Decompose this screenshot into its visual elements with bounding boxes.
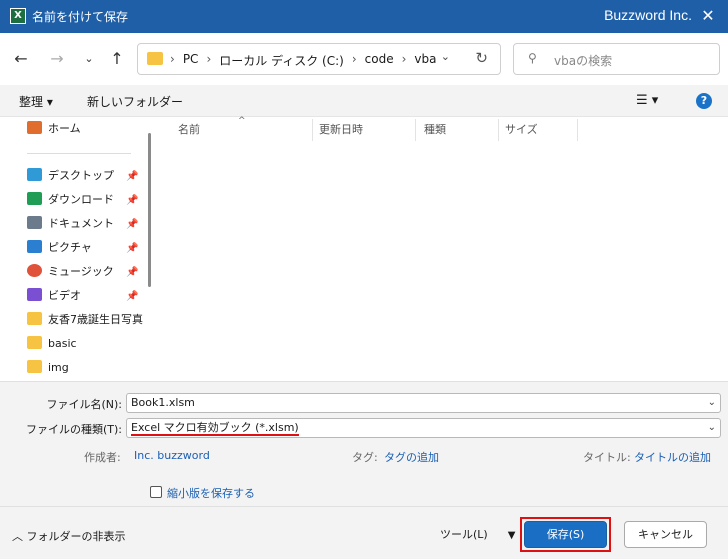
file-list[interactable]: ^ 名前 更新日時 種類 サイズ (156, 116, 728, 381)
home-icon (27, 121, 42, 134)
pin-icon[interactable]: 📌 (126, 243, 138, 254)
brand-label: Buzzword Inc. (604, 7, 692, 23)
folder-icon (27, 360, 42, 373)
title-label: タイトル: (583, 451, 631, 464)
column-divider[interactable] (498, 119, 499, 141)
breadcrumb-item[interactable]: code (365, 52, 394, 69)
title-bar: X 名前を付けて保存 Buzzword Inc. ✕ (0, 0, 728, 33)
column-divider[interactable] (577, 119, 578, 141)
scrollbar-thumb[interactable] (148, 133, 151, 287)
video-icon (27, 288, 42, 301)
organize-button[interactable]: 整理 ▾ (19, 93, 53, 110)
music-icon (27, 264, 42, 277)
folder-icon (147, 52, 163, 65)
filename-label: ファイル名(N): (46, 398, 122, 411)
address-bar[interactable]: › PC › ローカル ディスク (C:) › code › vba ⌄ ↻ (137, 43, 501, 75)
help-icon[interactable]: ? (696, 93, 712, 109)
chevron-right-icon: › (206, 52, 212, 66)
author-label: 作成者: (84, 451, 121, 464)
hide-folders-toggle[interactable]: ︿ フォルダーの非表示 (12, 528, 126, 544)
pin-icon[interactable]: 📌 (126, 195, 138, 206)
new-folder-button[interactable]: 新しいフォルダー (87, 93, 183, 110)
back-arrow-icon[interactable]: ← (10, 48, 32, 70)
chevron-down-icon[interactable]: ⌄ (441, 50, 450, 63)
filetype-select[interactable]: Excel マクロ有効ブック (*.xlsm) ⌄ (126, 418, 721, 438)
column-divider[interactable] (312, 119, 313, 141)
column-divider[interactable] (415, 119, 416, 141)
chevron-down-icon[interactable]: ⌄ (708, 394, 716, 412)
column-header-modified[interactable]: 更新日時 (319, 117, 363, 143)
view-options-button[interactable]: ☰ ▾ (636, 93, 658, 108)
picture-icon (27, 240, 42, 253)
sort-caret-icon: ^ (238, 116, 246, 126)
filetype-label: ファイルの種類(T): (25, 423, 122, 436)
sidebar-scrollbar[interactable] (146, 117, 152, 381)
recent-chevron-icon[interactable]: ⌄ (78, 48, 100, 70)
author-value[interactable]: Inc. buzzword (134, 449, 210, 462)
up-arrow-icon[interactable]: ↑ (106, 48, 128, 70)
breadcrumb: › PC › ローカル ディスク (C:) › code › vba (170, 52, 436, 69)
download-icon (27, 192, 42, 205)
caret-down-icon: ▼ (507, 530, 516, 541)
breadcrumb-item[interactable]: PC (183, 52, 199, 69)
refresh-icon[interactable]: ↻ (475, 49, 488, 67)
navigation-bar: ← → ⌄ ↑ › PC › ローカル ディスク (C:) › code › v… (0, 33, 728, 85)
cancel-button[interactable]: キャンセル (624, 521, 707, 548)
bottom-bar: ︿ フォルダーの非表示 ツール(L) ▼ 保存(S) キャンセル (0, 506, 728, 559)
tags-label: タグ: (352, 451, 378, 464)
navigation-pane: ホーム デスクトップ 📌 ダウンロード 📌 ドキュメント 📌 ピクチャ 📌 ミュ… (0, 117, 156, 381)
forward-arrow-icon[interactable]: → (46, 48, 68, 70)
command-bar: 整理 ▾ 新しいフォルダー ☰ ▾ ? (0, 85, 728, 117)
chevron-down-icon[interactable]: ⌄ (708, 419, 716, 437)
search-box[interactable]: ⚲ vbaの検索 (513, 43, 720, 75)
save-button[interactable]: 保存(S) (524, 521, 607, 548)
search-icon: ⚲ (528, 51, 537, 65)
save-thumbnail-label[interactable]: 縮小版を保存する (167, 485, 255, 501)
title-input[interactable]: タイトルの追加 (634, 449, 711, 465)
sidebar-item-img[interactable]: img (27, 357, 145, 379)
filename-input[interactable]: Book1.xlsm ⌄ (126, 393, 721, 413)
window-title: 名前を付けて保存 (32, 10, 129, 24)
search-input[interactable]: vbaの検索 (554, 52, 612, 69)
column-header-name[interactable]: 名前 (178, 117, 200, 143)
excel-app-icon: X (10, 8, 26, 24)
save-thumbnail-checkbox[interactable] (150, 486, 162, 498)
sidebar-item-folder[interactable]: 友香7歳誕生日写真 (27, 309, 145, 331)
folder-icon (27, 312, 42, 325)
column-header-size[interactable]: サイズ (505, 117, 538, 143)
pin-icon[interactable]: 📌 (126, 267, 138, 278)
sidebar-item-home[interactable]: ホーム (27, 118, 145, 140)
chevron-up-icon: ︿ (12, 530, 27, 543)
tools-menu[interactable]: ツール(L) ▼ (440, 526, 515, 542)
folder-icon (27, 336, 42, 349)
tags-input[interactable]: タグの追加 (384, 449, 439, 465)
chevron-right-icon: › (351, 52, 357, 66)
chevron-right-icon: › (401, 52, 407, 66)
divider (27, 153, 131, 154)
breadcrumb-item[interactable]: ローカル ディスク (C:) (219, 52, 344, 69)
breadcrumb-item[interactable]: vba (414, 52, 436, 69)
pin-icon[interactable]: 📌 (126, 291, 138, 302)
desktop-icon (27, 168, 42, 181)
document-icon (27, 216, 42, 229)
close-icon[interactable]: ✕ (696, 4, 720, 28)
sidebar-item-basic[interactable]: basic (27, 333, 145, 355)
pin-icon[interactable]: 📌 (126, 219, 138, 230)
chevron-right-icon: › (170, 52, 175, 66)
pin-icon[interactable]: 📌 (126, 171, 138, 182)
column-header-type[interactable]: 種類 (424, 117, 446, 143)
